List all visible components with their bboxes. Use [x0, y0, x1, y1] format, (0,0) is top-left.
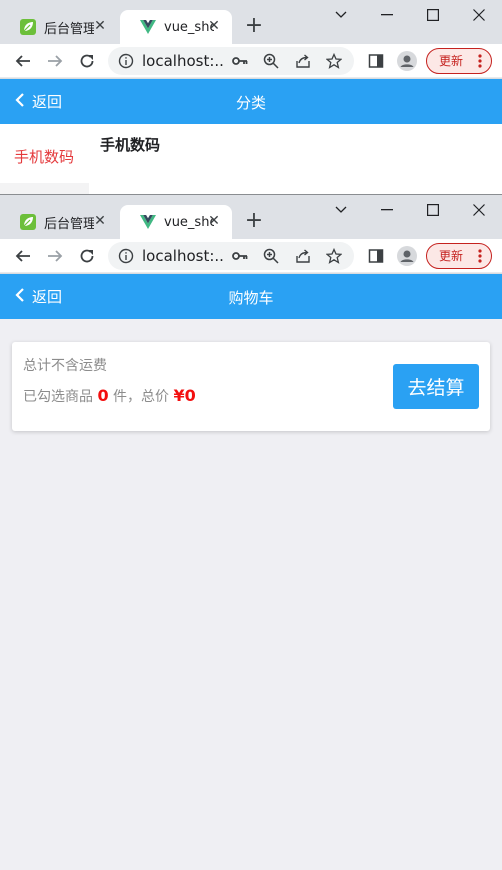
address-bar[interactable]: localhost:...: [108, 47, 354, 75]
category-sidebar: 手机数码: [0, 124, 89, 194]
share-icon[interactable]: [293, 51, 313, 71]
vue-favicon-icon: [140, 214, 156, 230]
update-button[interactable]: 更新: [426, 48, 492, 74]
total-price: ¥0: [173, 386, 196, 405]
back-arrow-icon[interactable]: [11, 49, 35, 73]
zoom-icon[interactable]: [261, 51, 281, 71]
cart-summary-card: 总计不含运费 已勾选商品 0 件，总价 ¥0 去结算: [12, 342, 490, 431]
info-icon[interactable]: [118, 53, 134, 69]
zoom-icon[interactable]: [261, 246, 281, 266]
new-tab-icon[interactable]: +: [244, 210, 264, 232]
nav-bar: 返回 分类: [0, 79, 502, 124]
reload-icon[interactable]: [75, 244, 99, 268]
browser-toolbar: localhost:... 更新: [0, 44, 502, 78]
tab-vue-shop[interactable]: vue_shop ✕: [120, 10, 232, 44]
tab-strip: 后台管理 ✕ vue_shop ✕ +: [0, 195, 502, 239]
category-title: 手机数码: [100, 136, 161, 154]
bookmark-star-icon[interactable]: [324, 246, 344, 266]
address-bar[interactable]: localhost:...: [108, 242, 354, 270]
close-tab-icon[interactable]: ✕: [206, 18, 222, 34]
key-icon[interactable]: [230, 51, 250, 71]
url-text[interactable]: localhost:...: [142, 247, 224, 265]
tab-admin[interactable]: 后台管理 ✕: [0, 10, 118, 44]
back-arrow-icon[interactable]: [11, 244, 35, 268]
url-text[interactable]: localhost:...: [142, 52, 224, 70]
close-tab-icon[interactable]: ✕: [92, 18, 108, 34]
maximize-icon[interactable]: [410, 195, 456, 225]
side-panel-icon[interactable]: [364, 49, 388, 73]
nav-bar: 返回 购物车: [0, 274, 502, 319]
category-body: 手机数码 手机数码: [0, 124, 502, 194]
cart-page: 返回 购物车 总计不含运费 已勾选商品 0 件，总价 ¥0 去结算: [0, 274, 502, 870]
profile-avatar-icon[interactable]: [395, 244, 419, 268]
forward-arrow-icon[interactable]: [43, 49, 67, 73]
page-title: 购物车: [228, 289, 274, 307]
share-icon[interactable]: [293, 246, 313, 266]
key-icon[interactable]: [230, 246, 250, 266]
profile-avatar-icon[interactable]: [395, 49, 419, 73]
close-window-icon[interactable]: [456, 0, 502, 30]
browser-window-category: 后台管理 ✕ vue_shop ✕ +: [0, 0, 502, 195]
minimize-icon[interactable]: [364, 195, 410, 225]
tab-title: 后台管理: [44, 21, 94, 37]
tab-strip: 后台管理 ✕ vue_shop ✕ +: [0, 0, 502, 44]
page-title: 分类: [235, 94, 266, 112]
checkout-button[interactable]: 去结算: [393, 364, 479, 409]
cart-body: 总计不含运费 已勾选商品 0 件，总价 ¥0 去结算: [0, 319, 502, 870]
tab-admin[interactable]: 后台管理 ✕: [0, 205, 118, 239]
tab-search-chevron-icon[interactable]: [318, 195, 364, 225]
selected-count: 0: [97, 386, 109, 405]
selected-prefix: 已勾选商品: [23, 389, 93, 405]
shipping-note: 总计不含运费: [23, 358, 107, 374]
selected-summary: 已勾选商品 0 件，总价 ¥0: [23, 386, 196, 406]
forward-arrow-icon[interactable]: [43, 244, 67, 268]
reload-icon[interactable]: [75, 49, 99, 73]
leaf-favicon-icon: [20, 214, 36, 230]
update-label: 更新: [439, 54, 464, 68]
browser-window-cart: 后台管理 ✕ vue_shop ✕ +: [0, 195, 502, 870]
browser-toolbar: localhost:... 更新: [0, 239, 502, 273]
close-tab-icon[interactable]: ✕: [92, 213, 108, 229]
more-vert-icon[interactable]: [478, 248, 482, 264]
tab-vue-shop[interactable]: vue_shop ✕: [120, 205, 232, 239]
tab-title: 后台管理: [44, 216, 94, 232]
category-item-active[interactable]: 手机数码: [14, 146, 74, 167]
maximize-icon[interactable]: [410, 0, 456, 30]
bookmark-star-icon[interactable]: [324, 51, 344, 71]
category-page: 返回 分类 手机数码 手机数码: [0, 79, 502, 194]
leaf-favicon-icon: [20, 19, 36, 35]
more-vert-icon[interactable]: [478, 53, 482, 69]
update-button[interactable]: 更新: [426, 243, 492, 269]
update-label: 更新: [439, 249, 464, 263]
side-panel-icon[interactable]: [364, 244, 388, 268]
close-tab-icon[interactable]: ✕: [206, 213, 222, 229]
new-tab-icon[interactable]: +: [244, 15, 264, 37]
close-window-icon[interactable]: [456, 195, 502, 225]
info-icon[interactable]: [118, 248, 134, 264]
selected-unit: 件，总价: [113, 389, 170, 405]
vue-favicon-icon: [140, 19, 156, 35]
tab-search-chevron-icon[interactable]: [318, 0, 364, 30]
minimize-icon[interactable]: [364, 0, 410, 30]
category-item[interactable]: [0, 183, 89, 194]
